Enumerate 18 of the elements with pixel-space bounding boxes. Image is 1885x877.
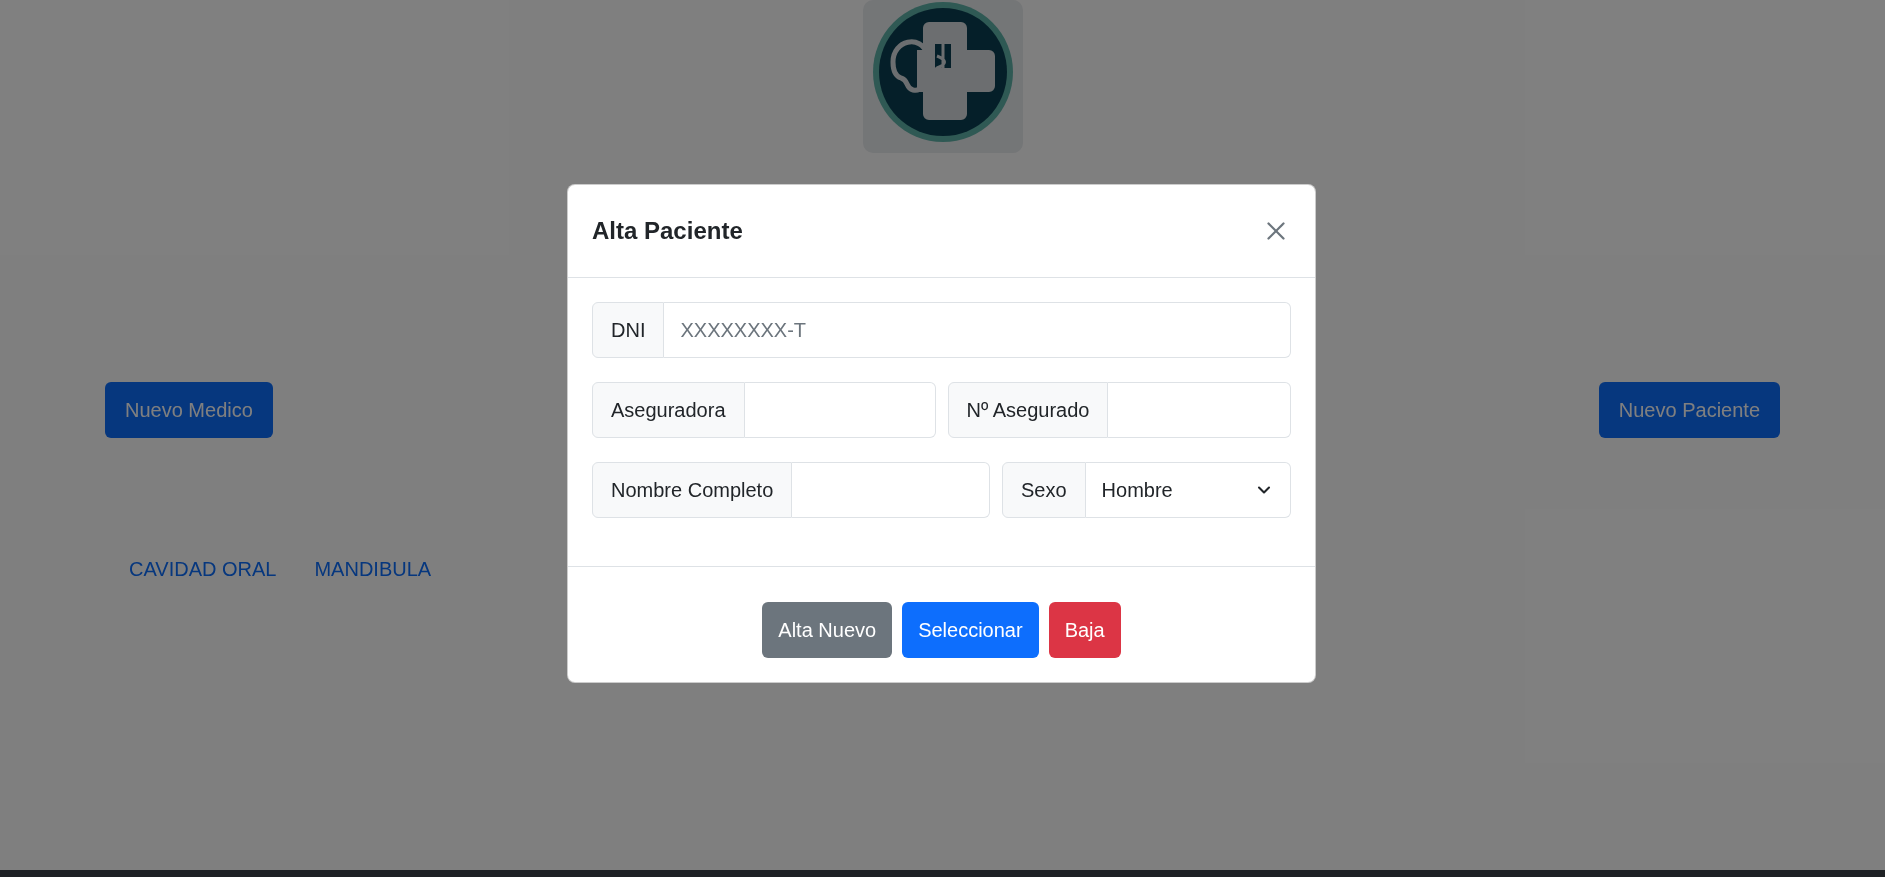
input-field[interactable]: XXXXXXXX-T xyxy=(664,302,1291,358)
modal-button[interactable]: Alta Nuevo xyxy=(762,602,893,658)
input-field[interactable] xyxy=(792,462,990,518)
action-button[interactable]: Nuevo Paciente xyxy=(1598,382,1780,438)
modal-button[interactable]: Baja xyxy=(1048,602,1121,658)
field-label: Aseguradora xyxy=(592,382,745,438)
action-button[interactable]: Nuevo Medico xyxy=(105,382,273,438)
field-label: Nº Asegurado xyxy=(947,382,1109,438)
input-field[interactable] xyxy=(1108,382,1291,438)
nav-link[interactable]: MANDIBULA xyxy=(314,554,432,584)
select-field[interactable]: Hombre xyxy=(1085,462,1291,518)
field-label: DNI xyxy=(592,302,665,358)
field-label: Nombre Completo xyxy=(592,462,793,518)
input-field[interactable] xyxy=(744,382,936,438)
modal-button[interactable]: Seleccionar xyxy=(902,602,1039,658)
nav-link[interactable]: CAVIDAD ORAL xyxy=(129,554,277,584)
field-label: Sexo xyxy=(1002,462,1086,518)
modal-title: Alta Paciente xyxy=(592,216,743,246)
